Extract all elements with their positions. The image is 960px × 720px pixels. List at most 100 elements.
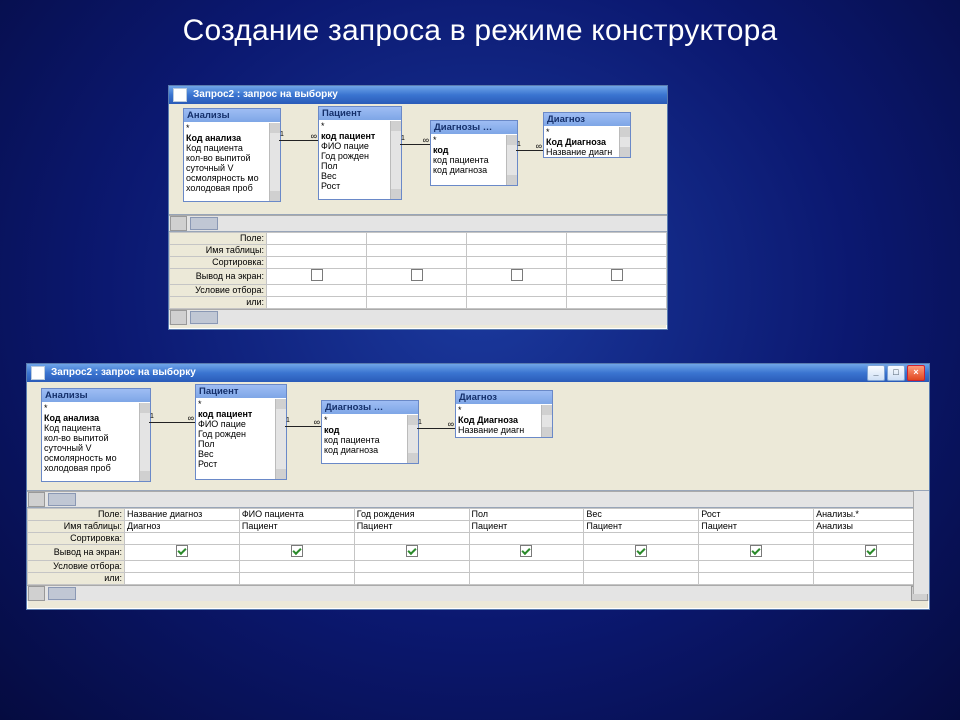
grid-cell[interactable] [239, 573, 354, 585]
close-button[interactable]: × [907, 365, 925, 381]
grid-cell[interactable] [267, 233, 367, 245]
grid-cell[interactable] [699, 573, 814, 585]
show-checkbox[interactable] [750, 545, 762, 557]
grid-cell[interactable] [584, 533, 699, 545]
field-list[interactable]: * код код пациента код диагноза [431, 134, 517, 176]
join-line[interactable] [400, 144, 430, 145]
grid-cell[interactable] [567, 285, 667, 297]
join-line[interactable] [279, 140, 318, 141]
grid-cell[interactable] [267, 245, 367, 257]
grid-cell[interactable]: Рост [699, 509, 814, 521]
grid-cell[interactable] [467, 269, 567, 285]
grid-cell[interactable] [567, 297, 667, 309]
grid-cell[interactable] [125, 545, 240, 561]
scrollbar[interactable] [275, 399, 286, 479]
grid-cell[interactable] [367, 257, 467, 269]
show-checkbox[interactable] [311, 269, 323, 281]
grid-cell[interactable] [567, 269, 667, 285]
grid-cell[interactable] [125, 573, 240, 585]
grid-cell[interactable] [814, 533, 929, 545]
grid-cell[interactable] [367, 233, 467, 245]
field-list[interactable]: * код пациент ФИО пацие Год рожден Пол В… [196, 398, 286, 470]
table-patient[interactable]: Пациент * код пациент ФИО пацие Год рожд… [195, 384, 287, 480]
grid-cell[interactable]: Пациент [469, 521, 584, 533]
grid-cell[interactable] [567, 233, 667, 245]
maximize-button[interactable]: □ [887, 365, 905, 381]
table-diagnozy[interactable]: Диагнозы … * код код пациента код диагно… [321, 400, 419, 464]
grid-cell[interactable]: Название диагноз [125, 509, 240, 521]
grid-cell[interactable]: Пациент [239, 521, 354, 533]
grid-cell[interactable] [354, 561, 469, 573]
relationships-pane[interactable]: Анализы * Код анализа Код пациента кол-в… [27, 382, 929, 491]
show-checkbox[interactable] [291, 545, 303, 557]
grid-cell[interactable] [699, 561, 814, 573]
grid-cell[interactable] [584, 545, 699, 561]
grid-cell[interactable]: Пациент [354, 521, 469, 533]
grid-cell[interactable] [367, 269, 467, 285]
scrollbar[interactable] [390, 121, 401, 199]
grid-cell[interactable] [467, 245, 567, 257]
scrollbar[interactable] [139, 403, 150, 481]
scrollbar[interactable] [541, 405, 552, 437]
grid-cell[interactable]: Пациент [699, 521, 814, 533]
show-checkbox[interactable] [511, 269, 523, 281]
table-diagnoz[interactable]: Диагноз * Код Диагноза Название диагн [543, 112, 631, 158]
grid-cell[interactable] [367, 245, 467, 257]
grid-cell[interactable] [239, 561, 354, 573]
scroll-left-icon[interactable] [28, 492, 45, 507]
grid-cell[interactable] [567, 245, 667, 257]
table-patient[interactable]: Пациент * код пациент ФИО пацие Год рожд… [318, 106, 402, 200]
grid-cell[interactable] [469, 545, 584, 561]
grid-cell[interactable]: Диагноз [125, 521, 240, 533]
grid-cell[interactable] [125, 533, 240, 545]
grid-cell[interactable] [467, 257, 567, 269]
grid-cell[interactable] [267, 285, 367, 297]
grid-cell[interactable] [467, 297, 567, 309]
scroll-thumb[interactable] [48, 587, 76, 600]
scroll-left-icon[interactable] [170, 310, 187, 325]
field-list[interactable]: * Код анализа Код пациента кол-во выпито… [184, 122, 280, 194]
title-bar[interactable]: Запрос2 : запрос на выборку [169, 86, 667, 104]
scroll-thumb[interactable] [190, 311, 218, 324]
grid-cell[interactable] [814, 561, 929, 573]
grid-cell[interactable] [267, 297, 367, 309]
show-checkbox[interactable] [635, 545, 647, 557]
grid-cell[interactable] [814, 545, 929, 561]
grid-cell[interactable] [699, 545, 814, 561]
show-checkbox[interactable] [611, 269, 623, 281]
scrollbar[interactable] [269, 123, 280, 201]
grid-cell[interactable] [239, 545, 354, 561]
grid-cell[interactable]: Год рождения [354, 509, 469, 521]
grid-cell[interactable]: Пациент [584, 521, 699, 533]
grid-cell[interactable] [467, 233, 567, 245]
field-list[interactable]: * Код Диагноза Название диагн [544, 126, 630, 158]
field-list[interactable]: * Код анализа Код пациента кол-во выпито… [42, 402, 150, 474]
h-scrollbar[interactable] [169, 215, 667, 231]
join-line[interactable] [285, 426, 321, 427]
design-grid[interactable]: Поле:Название диагнозФИО пациентаГод рож… [27, 507, 929, 585]
grid-cell[interactable] [584, 561, 699, 573]
table-analizy[interactable]: Анализы * Код анализа Код пациента кол-в… [41, 388, 151, 482]
show-checkbox[interactable] [176, 545, 188, 557]
grid-cell[interactable] [567, 257, 667, 269]
grid-cell[interactable] [584, 573, 699, 585]
minimize-button[interactable]: _ [867, 365, 885, 381]
grid-cell[interactable] [469, 533, 584, 545]
grid-cell[interactable]: Анализы.* [814, 509, 929, 521]
grid-cell[interactable] [354, 533, 469, 545]
grid-cell[interactable]: ФИО пациента [239, 509, 354, 521]
scrollbar[interactable] [407, 415, 418, 463]
h-scrollbar[interactable] [27, 491, 929, 507]
grid-cell[interactable] [469, 573, 584, 585]
field-list[interactable]: * код код пациента код диагноза [322, 414, 418, 456]
h-scrollbar[interactable] [169, 309, 667, 325]
table-diagnozy[interactable]: Диагнозы … * код код пациента код диагно… [430, 120, 518, 186]
grid-cell[interactable]: Вес [584, 509, 699, 521]
grid-cell[interactable] [467, 285, 567, 297]
grid-cell[interactable] [814, 573, 929, 585]
show-checkbox[interactable] [865, 545, 877, 557]
field-list[interactable]: * код пациент ФИО пацие Год рожден Пол В… [319, 120, 401, 192]
field-list[interactable]: * Код Диагноза Название диагн [456, 404, 552, 436]
grid-cell[interactable] [239, 533, 354, 545]
grid-cell[interactable]: Пол [469, 509, 584, 521]
